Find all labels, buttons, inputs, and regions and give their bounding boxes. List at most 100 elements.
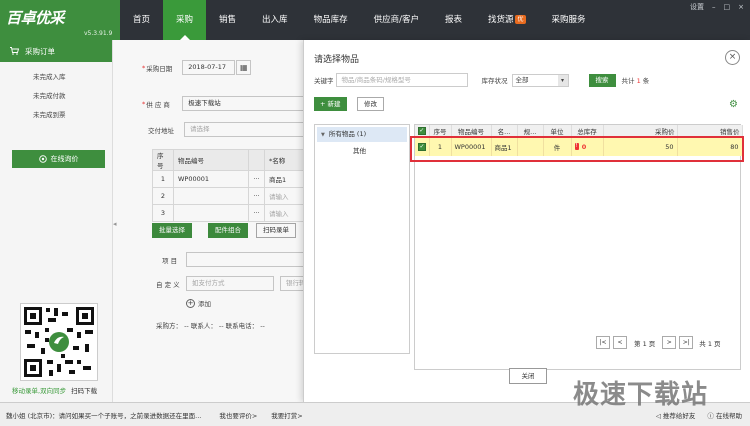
row-no: 1: [429, 137, 452, 156]
help-icon: ⓘ: [707, 412, 716, 420]
col-name[interactable]: 名...: [491, 125, 518, 138]
cart-icon: [10, 47, 19, 55]
stock-status-value: 全部: [515, 75, 529, 84]
status-actions: ◁ 推荐给好友 ⓘ 在线帮助: [656, 410, 742, 420]
sidebar-item-not-stocked[interactable]: 未完成入库: [0, 68, 112, 87]
reward-link[interactable]: 我要打赏>: [271, 410, 302, 420]
nav-sales[interactable]: 销售: [206, 0, 249, 40]
last-page-button[interactable]: >|: [679, 336, 694, 349]
pagination: |< < 第 1 页 > >| 共 1 页: [596, 336, 721, 349]
col-unit: 单位: [543, 125, 572, 138]
recommend-label: 推荐给好友: [662, 412, 696, 420]
new-item-button[interactable]: + 新建: [314, 97, 347, 111]
tree-node-all-label: 所有物品 (1): [328, 130, 367, 138]
scan-download-text: 扫码下载: [71, 387, 98, 395]
row-code: WP00001: [451, 137, 492, 156]
nav-home[interactable]: 首页: [120, 0, 163, 40]
row-spec: [517, 137, 544, 156]
top-bar: 百卓优采 v5.3.91.9 首页 采购 销售 出入库 物品库存 供应商/客户 …: [0, 0, 750, 40]
col-no: 序号: [429, 125, 452, 138]
row-stock: ! 0: [571, 137, 604, 156]
dialog-close-icon[interactable]: ×: [725, 50, 740, 65]
brand-name: 百卓优采: [6, 9, 65, 27]
sidebar: 采购订单 未完成入库 未完成付款 未完成到票 在线询价 移动录单,双向同步 扫码…: [0, 40, 113, 402]
total-prefix: 共计: [621, 77, 635, 85]
chevron-down-icon: ▾: [557, 74, 568, 86]
nav-purchase[interactable]: 采购: [163, 0, 207, 40]
target-icon: [38, 155, 47, 163]
status-bar: 魏小姐 (北京市) ：请问如果买一个子账号，之前录进数据还在里面... 我也要评…: [0, 402, 750, 426]
nav-find-source-label: 找货源: [487, 15, 514, 25]
category-tree: ▼ 所有物品 (1) 其他: [314, 124, 410, 354]
col-checkbox[interactable]: ✓: [415, 125, 430, 138]
qr-code-image: [20, 303, 98, 381]
col-stock: 总库存: [571, 125, 604, 138]
premium-badge: 优: [515, 15, 526, 24]
total-count: 共计 1 条: [622, 75, 650, 85]
online-inquiry-button[interactable]: 在线询价: [12, 150, 105, 168]
nav-suppliers[interactable]: 供应商/客户: [361, 0, 432, 40]
tree-node-all[interactable]: ▼ 所有物品 (1): [317, 127, 407, 142]
select-items-dialog: 请选择物品 × 关键字 物品/商品条码/规格型号 库存状况 全部 ▾ 搜索 共计 …: [303, 40, 750, 402]
sidebar-header[interactable]: 采购订单: [0, 40, 112, 62]
row-checkbox[interactable]: ✓: [418, 142, 426, 151]
review-message: ：请问如果买一个子账号，之前录进数据还在里面...: [52, 411, 202, 420]
page-label: 第 1 页: [634, 339, 656, 348]
close-button[interactable]: 关闭: [509, 368, 547, 384]
total-number: 1: [636, 77, 641, 85]
table-row[interactable]: ✓ 1 WP00001 商品1 件 ! 0 50 80: [415, 137, 743, 156]
nav-reports[interactable]: 报表: [432, 0, 475, 40]
gear-icon[interactable]: ⚙: [729, 99, 738, 110]
dialog-title: 请选择物品: [314, 55, 360, 65]
items-grid: ✓ 序号 物品编号 名... 规... 单位 总库存 采购价 销售价 ✓ 1 W…: [414, 124, 743, 370]
close-icon[interactable]: ×: [738, 3, 744, 11]
next-page-button[interactable]: >: [662, 336, 677, 349]
keyword-input[interactable]: 物品/商品条码/规格型号: [335, 73, 468, 87]
first-page-button[interactable]: |<: [596, 336, 610, 349]
settings-button[interactable]: 设置: [690, 2, 704, 12]
col-spec[interactable]: 规...: [517, 125, 544, 138]
maximize-icon[interactable]: □: [724, 3, 731, 11]
caret-down-icon: ▼: [321, 132, 325, 138]
sidebar-header-label: 采购订单: [25, 46, 55, 56]
tree-node-other[interactable]: 其他: [315, 144, 409, 159]
search-button[interactable]: 搜索: [588, 73, 616, 87]
help-label: 在线帮助: [716, 412, 742, 420]
nav-inout[interactable]: 出入库: [249, 0, 301, 40]
help-link[interactable]: ⓘ 在线帮助: [707, 410, 742, 420]
stock-status-select[interactable]: 全部 ▾: [511, 73, 569, 87]
stock-status-label: 库存状况: [481, 77, 508, 85]
mobile-sync-text: 移动录单,双向同步: [12, 387, 67, 395]
qr-code-graphic: [24, 307, 94, 377]
window-controls: 设置 – □ ×: [690, 0, 750, 14]
nav-inventory[interactable]: 物品库存: [301, 0, 361, 40]
select-all-checkbox[interactable]: ✓: [417, 126, 426, 135]
edit-item-button[interactable]: 修改: [357, 97, 384, 111]
online-inquiry-label: 在线询价: [50, 155, 79, 163]
evaluate-link[interactable]: 我也要评价>: [219, 410, 257, 420]
total-suffix: 条: [642, 77, 650, 85]
main-nav: 首页 采购 销售 出入库 物品库存 供应商/客户 报表 找货源优 采购服务: [120, 0, 599, 40]
recommend-link[interactable]: ◁ 推荐给好友: [656, 410, 696, 420]
nav-purchase-service[interactable]: 采购服务: [539, 0, 599, 40]
row-buy-price[interactable]: 50: [603, 137, 678, 156]
sidebar-footer: 移动录单,双向同步 扫码下载: [12, 385, 97, 395]
row-sell-price[interactable]: 80: [677, 137, 743, 156]
review-author: 魏小姐 (北京市): [6, 411, 53, 420]
sidebar-item-not-paid[interactable]: 未完成付款: [0, 87, 112, 106]
app-window: 百卓优采 v5.3.91.9 首页 采购 销售 出入库 物品库存 供应商/客户 …: [0, 0, 750, 426]
minimize-icon[interactable]: –: [712, 3, 716, 11]
dialog-backdrop: [113, 40, 303, 402]
keyword-label: 关键字: [314, 77, 334, 85]
col-code[interactable]: 物品编号: [451, 125, 492, 138]
sidebar-item-no-invoice[interactable]: 未完成到票: [0, 106, 112, 125]
row-unit: 件: [543, 137, 572, 156]
app-version: v5.3.91.9: [84, 30, 113, 37]
items-table-header: ✓ 序号 物品编号 名... 规... 单位 总库存 采购价 销售价: [415, 125, 743, 138]
nav-find-source[interactable]: 找货源优: [475, 0, 539, 40]
app-logo: 百卓优采 v5.3.91.9: [0, 0, 120, 40]
row-name: 商品1: [491, 137, 518, 156]
col-sell-price: 销售价: [677, 125, 743, 138]
prev-page-button[interactable]: <: [613, 336, 627, 349]
row-checkbox-cell[interactable]: ✓: [415, 137, 430, 156]
